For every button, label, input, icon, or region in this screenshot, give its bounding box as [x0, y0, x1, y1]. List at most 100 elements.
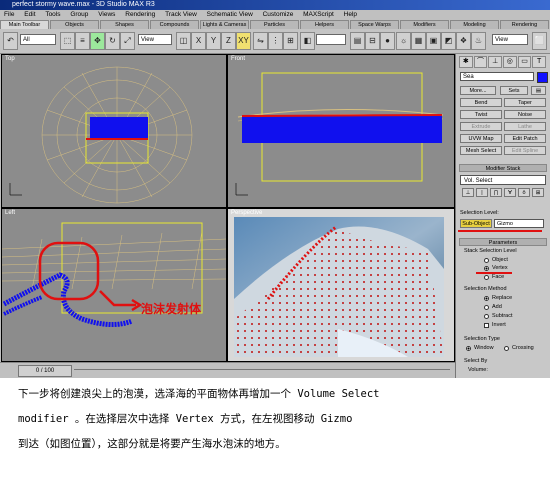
- tab-rendering[interactable]: Rendering: [500, 20, 549, 29]
- edit-stack-icon[interactable]: ⊞: [532, 188, 544, 197]
- method-add-radio[interactable]: Add: [484, 304, 502, 310]
- more-button[interactable]: More...: [460, 86, 496, 95]
- tab-particles[interactable]: Particles: [250, 20, 299, 29]
- menu-track-view[interactable]: Track View: [165, 10, 197, 20]
- menu-edit[interactable]: Edit: [24, 10, 35, 20]
- configure-sets-icon[interactable]: ▤: [531, 86, 546, 95]
- show-end-result-icon[interactable]: ⋂: [490, 188, 502, 197]
- menu-customize[interactable]: Customize: [263, 10, 294, 20]
- time-slider[interactable]: 0 / 100: [18, 365, 72, 377]
- undo-icon[interactable]: ↶: [3, 32, 18, 50]
- create-tab-icon[interactable]: ✱: [459, 56, 473, 68]
- invert-checkbox[interactable]: Invert: [484, 322, 506, 328]
- material-editor-icon[interactable]: ●: [380, 32, 395, 50]
- taper-button[interactable]: Taper: [504, 98, 546, 107]
- viewport-perspective[interactable]: Perspective: [227, 208, 455, 362]
- z-axis-icon[interactable]: Z: [221, 32, 236, 50]
- utilities-tab-icon[interactable]: T: [532, 56, 547, 68]
- parameters-rollout[interactable]: Parameters: [459, 238, 547, 246]
- edit-spline-button[interactable]: Edit Spline: [504, 146, 546, 155]
- menu-help[interactable]: Help: [344, 10, 357, 20]
- render-last-icon[interactable]: ▣: [426, 32, 441, 50]
- schematic-icon[interactable]: ⊟: [365, 32, 380, 50]
- selection-type-title: Selection Type: [464, 336, 500, 342]
- x-axis-icon[interactable]: X: [191, 32, 206, 50]
- make-unique-icon[interactable]: ∀: [504, 188, 516, 197]
- render-type-icon[interactable]: ◩: [441, 32, 456, 50]
- sub-object-dropdown[interactable]: Gizmo: [494, 219, 544, 228]
- teapot-icon[interactable]: ♨: [471, 32, 486, 50]
- extrude-button[interactable]: Extrude: [460, 122, 502, 131]
- type-crossing-radio[interactable]: Crossing: [504, 345, 534, 351]
- align-icon[interactable]: ⊞: [283, 32, 298, 50]
- rotate-icon[interactable]: ↻: [105, 32, 120, 50]
- method-subtract-radio[interactable]: Subtract: [484, 313, 512, 319]
- noise-button[interactable]: Noise: [504, 110, 546, 119]
- level-face-radio[interactable]: Face: [484, 274, 504, 280]
- pin-stack-icon[interactable]: ⊥: [462, 188, 474, 197]
- select-by-name-icon[interactable]: ≡: [75, 32, 90, 50]
- method-replace-radio[interactable]: Replace: [484, 295, 512, 301]
- menu-file[interactable]: File: [4, 10, 14, 20]
- menu-schematic-view[interactable]: Schematic View: [207, 10, 253, 20]
- display-tab-icon[interactable]: ▭: [517, 56, 532, 68]
- uvw-map-button[interactable]: UVW Map: [460, 134, 502, 143]
- active-inactive-icon[interactable]: |: [476, 188, 488, 197]
- tab-modeling[interactable]: Modeling: [450, 20, 499, 29]
- mirror-icon[interactable]: ⇋: [253, 32, 268, 50]
- render-frame-icon[interactable]: ⬜: [532, 32, 547, 50]
- tab-objects[interactable]: Objects: [50, 20, 99, 29]
- tab-helpers[interactable]: Helpers: [300, 20, 349, 29]
- tab-compounds[interactable]: Compounds: [150, 20, 199, 29]
- reference-coord-dropdown[interactable]: View: [138, 34, 172, 45]
- sub-object-button[interactable]: Sub-Object: [460, 219, 492, 228]
- select-object-icon[interactable]: ⬚: [60, 32, 75, 50]
- move-icon[interactable]: ✥: [90, 32, 105, 50]
- pivot-icon[interactable]: ◫: [176, 32, 191, 50]
- scale-icon[interactable]: ⤢: [120, 32, 135, 50]
- viewport-left[interactable]: Left: [1, 208, 227, 362]
- menu-maxscript[interactable]: MAXScript: [303, 10, 334, 20]
- motion-tab-icon[interactable]: ◎: [503, 56, 517, 68]
- named-selection-icon[interactable]: ◧: [300, 32, 315, 50]
- modifier-stack-dropdown[interactable]: Vol. Select: [460, 175, 546, 185]
- xy-plane-icon[interactable]: XY: [236, 32, 251, 50]
- level-vertex-radio[interactable]: Vertex: [484, 265, 508, 271]
- selection-filter-dropdown[interactable]: All: [20, 34, 56, 45]
- object-color-swatch[interactable]: [537, 72, 548, 83]
- object-name-field[interactable]: Sea: [460, 72, 534, 81]
- render-scene-icon[interactable]: ☼: [396, 32, 411, 50]
- viewport-front[interactable]: Front: [227, 54, 455, 208]
- viewport-top[interactable]: Top: [1, 54, 227, 208]
- y-axis-icon[interactable]: Y: [206, 32, 221, 50]
- bend-button[interactable]: Bend: [460, 98, 502, 107]
- tab-modifiers[interactable]: Modifiers: [400, 20, 449, 29]
- render-view-dropdown[interactable]: View: [492, 34, 528, 45]
- quick-render-icon[interactable]: ▦: [411, 32, 426, 50]
- modify-tab-icon[interactable]: ⌒: [473, 56, 488, 68]
- type-window-radio[interactable]: Window: [466, 345, 494, 351]
- tab-shapes[interactable]: Shapes: [100, 20, 149, 29]
- named-selection-field[interactable]: [316, 34, 346, 45]
- tab-lights-cameras[interactable]: Lights & Cameras: [200, 20, 249, 29]
- main-toolbar: ↶ All ⬚ ≡ ✥ ↻ ⤢ View ◫ X Y Z XY ⇋ ⋮ ⊞ ◧ …: [0, 29, 550, 54]
- environment-icon[interactable]: ❖: [456, 32, 471, 50]
- modifier-stack-rollout[interactable]: Modifier Stack: [459, 164, 547, 172]
- twist-button[interactable]: Twist: [460, 110, 502, 119]
- menu-group[interactable]: Group: [70, 10, 88, 20]
- edit-patch-button[interactable]: Edit Patch: [504, 134, 546, 143]
- menu-views[interactable]: Views: [98, 10, 115, 20]
- menu-rendering[interactable]: Rendering: [125, 10, 155, 20]
- hierarchy-tab-icon[interactable]: ⊥: [488, 56, 503, 68]
- tab-space-warps[interactable]: Space Warps: [350, 20, 399, 29]
- level-object-radio[interactable]: Object: [484, 257, 508, 263]
- caption-line-1: 下一步将创建浪尖上的泡漠，选泽海的平面物体再增加一个 Volume Select: [18, 388, 380, 400]
- remove-modifier-icon[interactable]: ǒ: [518, 188, 530, 197]
- lathe-button[interactable]: Lathe: [504, 122, 546, 131]
- tab-main-toolbar[interactable]: Main Toolbar: [0, 20, 49, 29]
- track-view-icon[interactable]: ▤: [350, 32, 365, 50]
- menu-tools[interactable]: Tools: [45, 10, 60, 20]
- array-icon[interactable]: ⋮: [268, 32, 283, 50]
- sets-button[interactable]: Sets: [500, 86, 528, 95]
- mesh-select-button[interactable]: Mesh Select: [460, 146, 502, 155]
